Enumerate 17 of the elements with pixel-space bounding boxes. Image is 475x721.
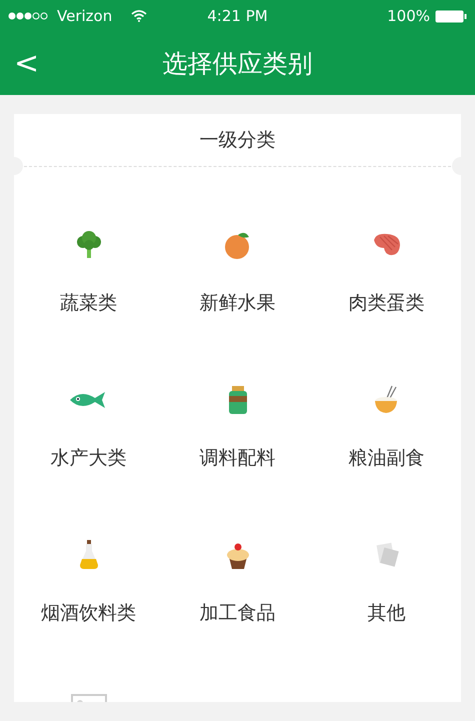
category-label[interactable]: 烟酒饮料类: [41, 600, 136, 626]
wifi-icon: [131, 10, 148, 22]
category-label[interactable]: 水产大类: [50, 445, 126, 471]
carrier-name: Verizon: [57, 7, 112, 25]
page-title: 选择供应类别: [162, 48, 314, 80]
category-label[interactable]: 肉类蛋类: [348, 290, 424, 316]
status-time: 4:21 PM: [207, 7, 268, 25]
category-label[interactable]: 新鲜水果: [200, 290, 276, 316]
category-label[interactable]: 调料配料: [200, 445, 276, 471]
category-label[interactable]: 粮油副食: [348, 445, 424, 471]
battery-percent: 100%: [387, 7, 430, 25]
category-label[interactable]: 加工食品: [200, 600, 276, 626]
category-label[interactable]: 其他: [368, 600, 406, 626]
battery-icon: [435, 10, 467, 22]
category-label[interactable]: 蔬菜类: [60, 290, 117, 316]
back-button[interactable]: <: [8, 48, 44, 78]
section-title: 一级分类: [200, 128, 276, 153]
